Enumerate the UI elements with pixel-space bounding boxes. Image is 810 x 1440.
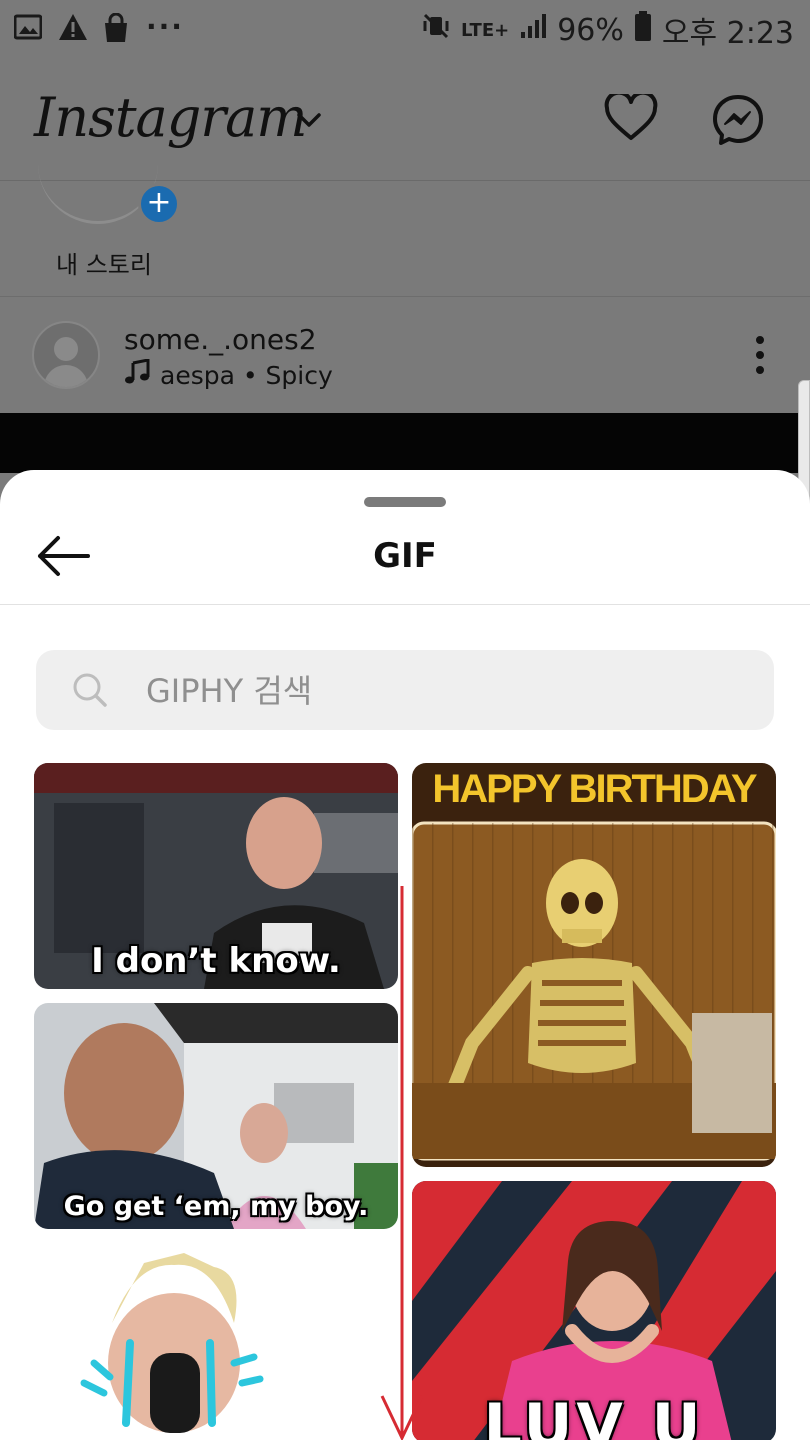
- messenger-icon[interactable]: [712, 94, 764, 150]
- post-music[interactable]: aespa • Spicy: [124, 358, 333, 391]
- gif-tile[interactable]: HAPPY BIRTHDAY: [412, 763, 776, 1167]
- music-note-icon: [124, 358, 150, 391]
- more-options-icon[interactable]: [752, 335, 768, 379]
- sheet-title: GIF: [373, 536, 437, 576]
- more-notifications-indicator: ···: [146, 10, 184, 43]
- post-username[interactable]: some._.ones2: [124, 323, 317, 356]
- gif-tile[interactable]: LUV U: [412, 1181, 776, 1440]
- battery-icon: [634, 11, 652, 49]
- search-icon: [72, 672, 108, 712]
- gif-tile[interactable]: I don’t know.: [34, 763, 398, 989]
- post-media[interactable]: [0, 413, 810, 473]
- battery-percent: 96%: [557, 12, 624, 48]
- scroll-down-arrow-annotation: [378, 886, 426, 1440]
- vibrate-mute-icon: [421, 11, 451, 49]
- music-label: aespa • Spicy: [160, 360, 333, 390]
- gif-caption: I don’t know.: [91, 941, 341, 981]
- search-bar[interactable]: [36, 650, 774, 730]
- gif-caption: Go get ‘em, my boy.: [63, 1191, 369, 1222]
- gif-thumbnail: [34, 1243, 398, 1440]
- warning-icon: [58, 13, 87, 41]
- gif-caption: HAPPY BIRTHDAY: [432, 767, 757, 811]
- avatar[interactable]: [32, 321, 100, 389]
- gif-bottom-sheet: GIF I don’t know.: [0, 470, 810, 1440]
- shopping-bag-icon: [102, 12, 130, 42]
- heart-icon[interactable]: [604, 90, 658, 146]
- gif-caption: LUV U: [483, 1391, 705, 1440]
- clock: 오후 2:23: [661, 16, 794, 51]
- network-type-label: LTE+: [461, 19, 510, 41]
- gif-thumbnail: [412, 763, 776, 1167]
- stories-bar: + 내 스토리: [0, 181, 810, 297]
- signal-icon: [519, 12, 547, 48]
- status-bar: ··· LTE+ 96% 오후 2:23: [0, 0, 810, 56]
- instagram-logo[interactable]: Instagram: [34, 86, 307, 149]
- gif-tile[interactable]: [34, 1243, 398, 1440]
- image-notification-icon: [13, 13, 43, 41]
- chevron-down-icon[interactable]: [296, 112, 322, 132]
- post-header: some._.ones2 aespa • Spicy: [0, 297, 810, 413]
- search-input[interactable]: [144, 664, 748, 718]
- sheet-drag-handle[interactable]: [364, 497, 446, 507]
- add-story-plus-icon[interactable]: +: [138, 183, 180, 225]
- my-story-label: 내 스토리: [56, 251, 152, 279]
- divider: [0, 604, 810, 605]
- gif-tile[interactable]: Go get ‘em, my boy.: [34, 1003, 398, 1229]
